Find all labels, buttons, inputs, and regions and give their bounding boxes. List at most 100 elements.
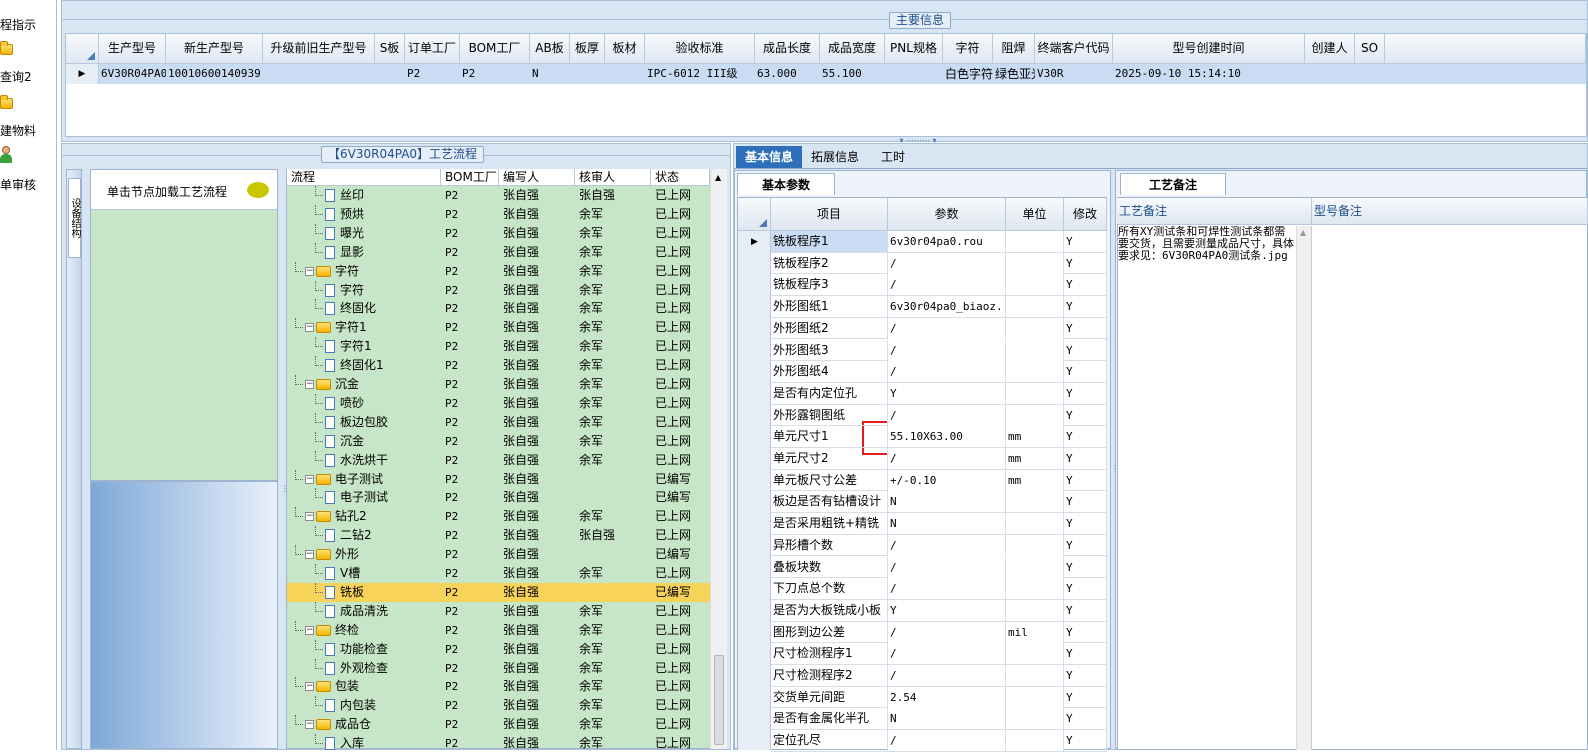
param-cell-item[interactable]: 尺寸检测程序1 (771, 643, 888, 665)
param-row[interactable]: 铣板程序1 6v30r04pa0.rou Y (771, 231, 1107, 253)
param-cell-item[interactable]: 外形图纸2 (771, 317, 888, 339)
param-row[interactable]: 单元尺寸2/mm Y (771, 448, 1107, 470)
flow-tree-row[interactable]: 板边包胶 P2 张自强 余军 已上网 (287, 412, 710, 432)
grid-cell[interactable]: P2 (462, 64, 530, 84)
param-cell-unit[interactable] (1006, 556, 1064, 578)
param-cell-unit[interactable] (1006, 252, 1064, 274)
param-row[interactable]: 异形槽个数 / Y (771, 534, 1107, 557)
param-cell-mod[interactable]: Y (1064, 426, 1107, 448)
param-row[interactable]: 定位孔尽 / Y (771, 730, 1107, 752)
flow-tree-row[interactable]: V槽 P2 张自强 余军 已上网 (287, 564, 710, 583)
param-cell-item[interactable]: 外形图纸3 (771, 339, 888, 361)
col-header[interactable]: 终端客户代码 (1035, 34, 1113, 64)
param-row[interactable]: 单元尺寸1 55.10X63.00 mm Y (771, 426, 1107, 448)
param-cell-item[interactable]: 单元板尺寸公差 (771, 469, 888, 491)
nav-item-query2[interactable]: 查询2 (0, 68, 57, 85)
param-cell-item[interactable]: 是否为大板铣成小板 (771, 599, 888, 621)
param-cell-param[interactable]: / (888, 252, 1006, 274)
col-header[interactable]: 新生产型号 (166, 34, 263, 64)
flow-tree-row[interactable]: 字符 P2 张自强 余军 已上网 (287, 280, 710, 300)
flow-tree-row[interactable]: 预烘 P2 张自强 余军 已上网 (287, 204, 710, 224)
grid-cell[interactable]: 2025-09-10 15:14:10 (1115, 64, 1305, 84)
param-row[interactable]: 是否采用粗铣+精铣 N Y (771, 513, 1107, 535)
param-cell-param[interactable]: Y (888, 599, 1006, 621)
param-row[interactable]: 叠板块数 / Y (771, 556, 1107, 579)
param-cell-param[interactable]: 6v30r04pa0.rou (888, 231, 1006, 252)
flow-tree-row[interactable]: − 终检 P2 张自强 余军 已上网 (287, 620, 710, 640)
param-cell-param[interactable]: 55.10X63.00 (888, 426, 1006, 448)
flow-tree-row[interactable]: 终固化1 P2 张自强 余军 已上网 (287, 356, 710, 375)
param-cell-unit[interactable] (1006, 665, 1064, 686)
collapse-icon[interactable]: − (305, 474, 314, 484)
param-cell-mod[interactable]: Y (1064, 708, 1107, 730)
grid-cell[interactable] (887, 64, 943, 84)
param-cell-mod[interactable]: Y (1064, 513, 1107, 535)
flow-tree-row[interactable]: 丝印 P2 张自强 张自强 已上网 (287, 186, 710, 205)
param-cell-mod[interactable]: Y (1064, 382, 1107, 404)
scroll-up-icon[interactable]: ▲ (715, 173, 721, 182)
param-cell-param[interactable]: / (888, 448, 1006, 469)
flow-tree-row[interactable]: 喷砂 P2 张自强 余军 已上网 (287, 393, 710, 413)
param-cell-mod[interactable]: Y (1064, 665, 1107, 686)
flow-col-header[interactable]: 状态 (651, 169, 710, 186)
col-header[interactable]: 成品宽度 (820, 34, 885, 64)
nav-item-process-guide[interactable]: 程指示 (0, 16, 57, 33)
param-row[interactable]: 尺寸检测程序1/ Y (771, 643, 1107, 665)
param-cell-item[interactable]: 单元尺寸2 (771, 448, 888, 469)
splitter-handle[interactable]: ⋮ (1111, 464, 1119, 474)
tab-basic-info[interactable]: 基本信息 (736, 146, 802, 168)
param-col-header[interactable]: 项目 (771, 198, 888, 231)
param-cell-mod[interactable]: Y (1064, 469, 1107, 491)
col-header[interactable]: 验收标准 (645, 34, 755, 64)
grid-cell[interactable]: 白色字符 (945, 64, 993, 84)
param-cell-unit[interactable] (1006, 534, 1064, 556)
subtab-process-notes[interactable]: 工艺备注 (1120, 173, 1226, 195)
param-row[interactable]: 是否为大板铣成小板 Y Y (771, 599, 1107, 622)
param-cell-item[interactable]: 是否采用粗铣+精铣 (771, 513, 888, 535)
param-cell-item[interactable]: 异形槽个数 (771, 534, 888, 556)
flow-tree-row[interactable]: 成品清洗 P2 张自强 余军 已上网 (287, 601, 710, 621)
col-header[interactable]: 板厚 (570, 34, 605, 64)
col-header[interactable]: 字符 (943, 34, 993, 64)
process-note-text[interactable]: 所有XY测试条和可焊性测试条都需要交货，且需要测量成品尺寸，具体要求见：6V30… (1118, 226, 1296, 286)
flow-tree-row[interactable]: 字符1 P2 张自强 余军 已上网 (287, 337, 710, 356)
flow-tree-row[interactable]: 入库 P2 张自强 余军 已上网 (287, 734, 710, 753)
col-header[interactable]: 生产型号 (99, 34, 166, 64)
param-cell-item[interactable]: 板边是否有钻槽设计 (771, 491, 888, 513)
param-row[interactable]: 单元板尺寸公差 +/-0.10 mm Y (771, 469, 1107, 492)
param-row[interactable]: 下刀点总个数 / Y (771, 578, 1107, 600)
param-cell-mod[interactable]: Y (1064, 231, 1107, 252)
tab-work-hours[interactable]: 工时 (868, 146, 918, 168)
param-cell-item[interactable]: 交货单元间距 (771, 686, 888, 708)
col-header[interactable]: PNL规格 (885, 34, 943, 64)
param-cell-param[interactable]: / (888, 361, 1006, 383)
flow-tree-row[interactable]: 铣板 P2 张自强 已编写 (287, 582, 710, 602)
param-cell-param[interactable]: / (888, 578, 1006, 600)
param-cell-param[interactable]: / (888, 730, 1006, 752)
param-cell-unit[interactable] (1006, 708, 1064, 730)
splitter-handle[interactable]: ⋮ (281, 484, 289, 494)
param-cell-mod[interactable]: Y (1064, 686, 1107, 708)
param-cell-mod[interactable]: Y (1064, 534, 1107, 556)
param-cell-param[interactable]: / (888, 665, 1006, 686)
param-cell-unit[interactable] (1006, 361, 1064, 383)
col-header[interactable]: 型号创建时间 (1113, 34, 1305, 64)
param-cell-item[interactable]: 是否有内定位孔 (771, 382, 888, 404)
col-header[interactable]: AB板 (530, 34, 570, 64)
param-row[interactable]: 外形图纸2/ Y (771, 317, 1107, 340)
param-cell-param[interactable]: 6v30r04pa0_biaoz... (888, 296, 1006, 318)
param-cell-param[interactable]: N (888, 513, 1006, 535)
grid-cell[interactable] (1357, 64, 1385, 84)
param-cell-mod[interactable]: Y (1064, 556, 1107, 578)
col-header[interactable]: 订单工厂 (405, 34, 460, 64)
param-cell-unit[interactable] (1006, 686, 1064, 708)
flow-tree-row[interactable]: 显影 P2 张自强 余军 已上网 (287, 242, 710, 262)
param-cell-unit[interactable] (1006, 317, 1064, 339)
param-cell-unit[interactable] (1006, 491, 1064, 513)
param-cell-param[interactable]: / (888, 643, 1006, 665)
flow-tree-row[interactable]: 外观检查 P2 张自强 余军 已上网 (287, 658, 710, 678)
collapse-icon[interactable]: − (305, 550, 314, 560)
param-col-header[interactable]: 单位 (1006, 198, 1064, 231)
param-col-header[interactable]: 修改 (1064, 198, 1107, 231)
collapse-icon[interactable]: − (305, 682, 314, 692)
